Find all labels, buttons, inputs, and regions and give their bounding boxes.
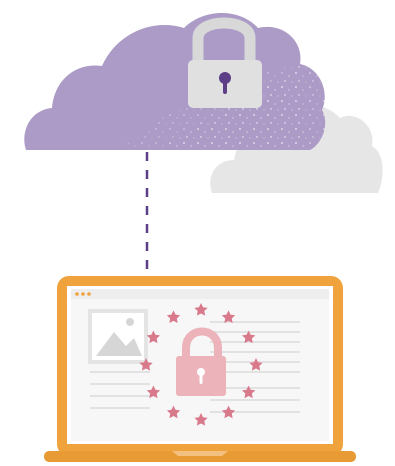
illustration [0,0,395,466]
data-security-illustration [24,13,383,462]
screen-image-placeholder-icon [88,309,148,364]
primary-cloud-icon [24,13,326,150]
